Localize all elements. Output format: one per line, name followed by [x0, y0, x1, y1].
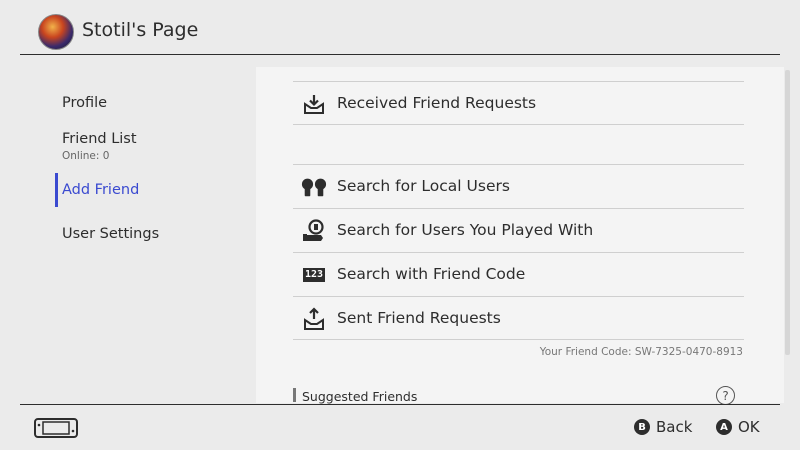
outbox-upload-icon	[301, 307, 327, 331]
search-local-users-button[interactable]: Search for Local Users	[293, 164, 744, 208]
section-marker	[293, 388, 296, 402]
active-indicator	[55, 173, 58, 207]
suggested-friends-heading: Suggested Friends	[302, 389, 418, 404]
ok-label: OK	[738, 418, 760, 436]
search-friend-code-button[interactable]: 123 Search with Friend Code	[293, 252, 744, 296]
sidebar-item-friend-list[interactable]: Friend List	[62, 131, 137, 147]
header: Stotil's Page	[0, 0, 800, 56]
played-with-icon	[301, 219, 327, 243]
help-icon[interactable]: ?	[716, 386, 735, 405]
footer-divider	[20, 404, 780, 405]
local-users-label: Search for Local Users	[337, 177, 510, 195]
console-icon	[34, 418, 78, 442]
inbox-download-icon	[301, 92, 327, 116]
search-played-with-button[interactable]: Search for Users You Played With	[293, 208, 744, 252]
sidebar-item-profile[interactable]: Profile	[62, 95, 107, 111]
ok-button[interactable]: A OK	[716, 418, 760, 436]
online-count: Online: 0	[62, 150, 110, 162]
a-button-icon: A	[716, 419, 732, 435]
received-friend-requests-button[interactable]: Received Friend Requests	[293, 81, 744, 125]
played-with-label: Search for Users You Played With	[337, 221, 594, 239]
page-title: Stotil's Page	[82, 19, 199, 41]
sidebar-item-add-friend[interactable]: Add Friend	[62, 182, 139, 198]
sent-friend-requests-button[interactable]: Sent Friend Requests	[293, 296, 744, 340]
avatar[interactable]	[38, 14, 74, 50]
friend-code-icon-text: 123	[302, 268, 326, 282]
scrollbar-thumb[interactable]	[785, 70, 790, 355]
friend-code-text: Your Friend Code: SW-7325-0470-8913	[539, 346, 743, 358]
friend-code-label: Search with Friend Code	[337, 265, 526, 283]
friend-code-icon: 123	[301, 263, 327, 287]
received-requests-label: Received Friend Requests	[337, 94, 537, 112]
sidebar-item-user-settings[interactable]: User Settings	[62, 226, 159, 242]
back-label: Back	[656, 418, 693, 436]
header-divider	[20, 54, 780, 55]
sent-requests-label: Sent Friend Requests	[337, 309, 501, 327]
local-users-icon	[301, 175, 327, 199]
back-button[interactable]: B Back	[634, 418, 692, 436]
b-button-icon: B	[634, 419, 650, 435]
